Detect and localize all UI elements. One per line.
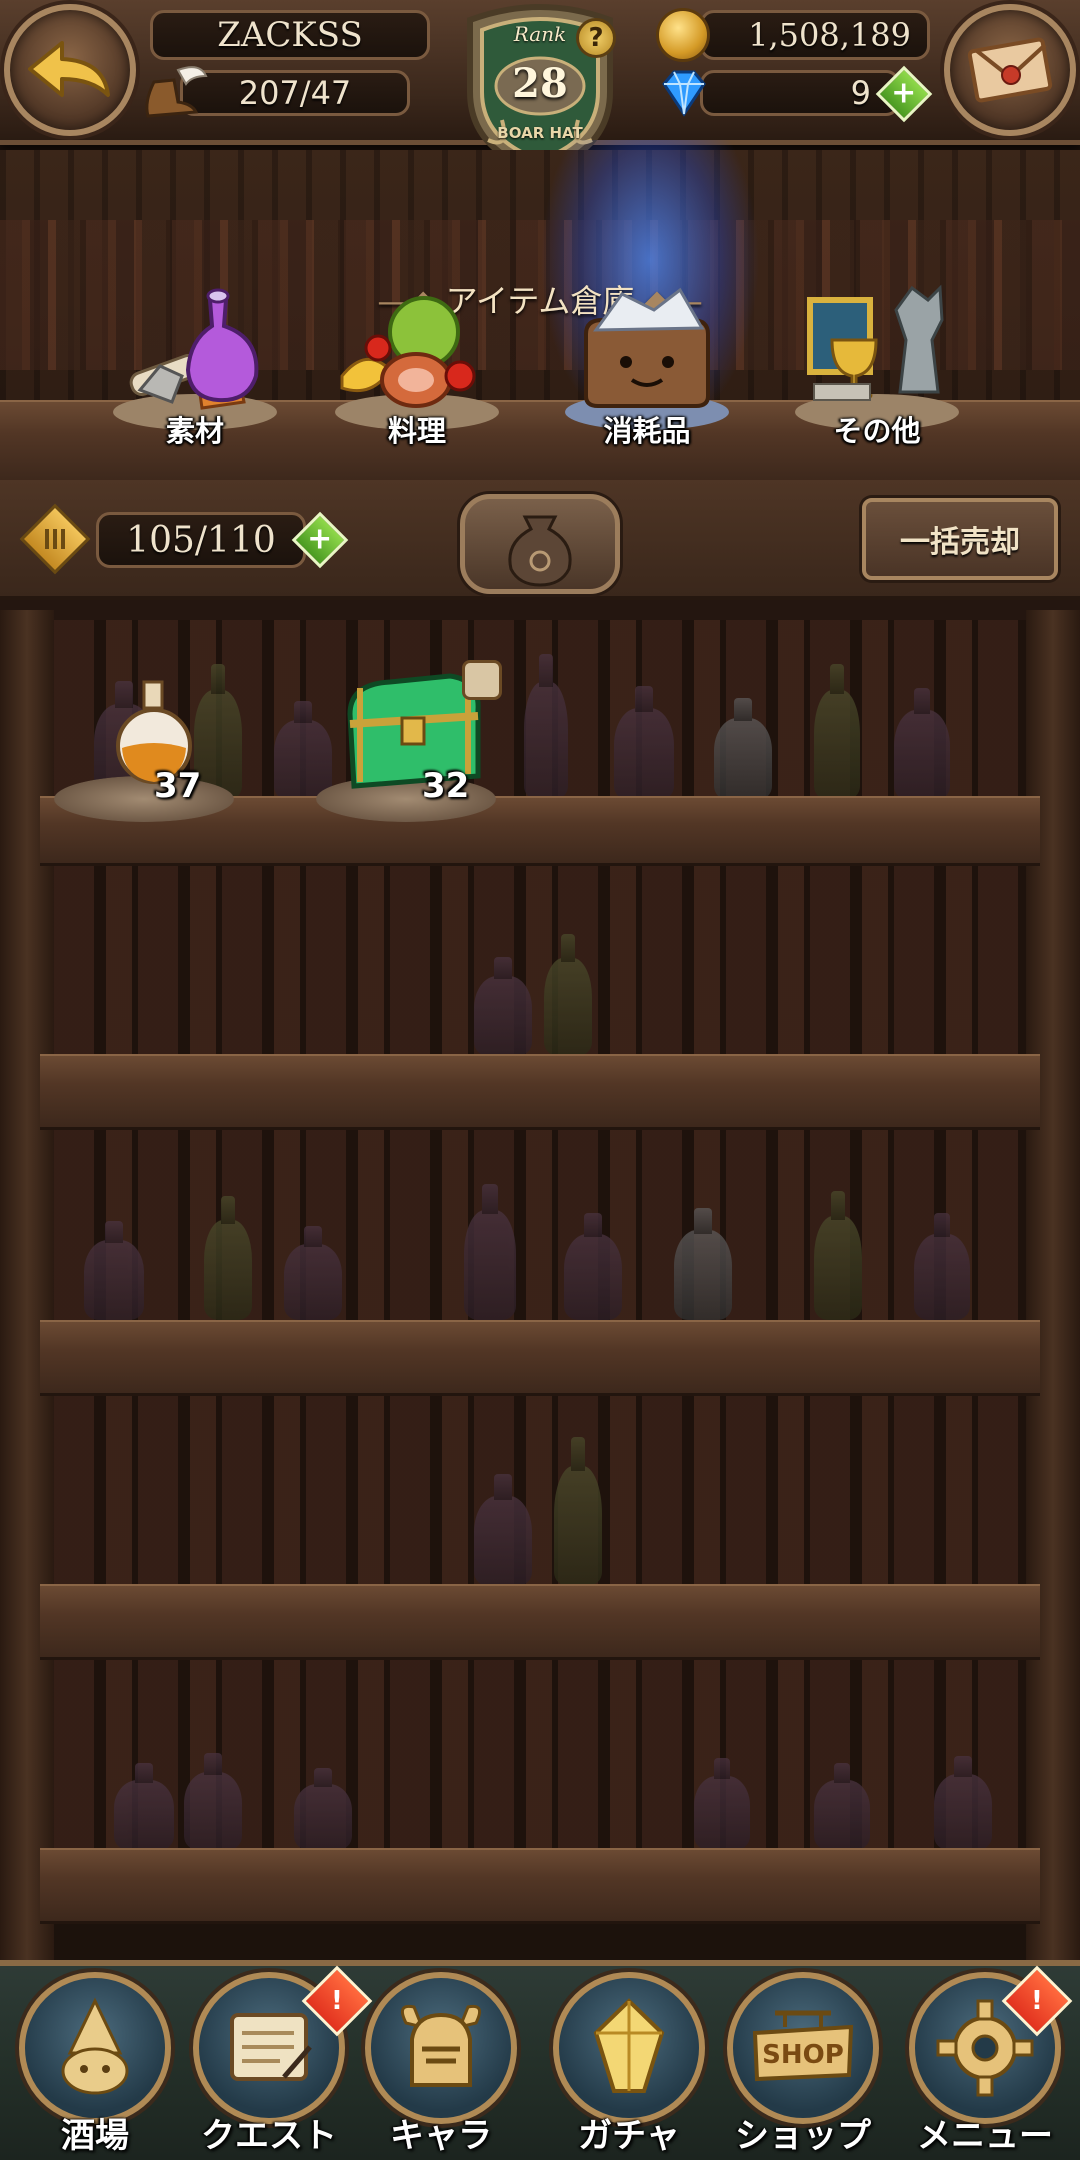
category-food[interactable]: 料理 <box>332 280 502 450</box>
back-arrow-icon <box>28 41 110 97</box>
shelf-plank-5 <box>40 1848 1040 1924</box>
shelf-back-row <box>54 1130 1026 1320</box>
character-helmet-icon <box>400 2004 482 2087</box>
rank-value: 28 <box>512 60 568 107</box>
nav-shop-circle: SHOP <box>727 1972 879 2124</box>
bulk-sell-button[interactable]: 一括売却 <box>862 498 1058 580</box>
capacity-counter: 105/110 <box>96 512 306 568</box>
coin-icon <box>656 8 710 62</box>
player-name: ZACKSS <box>150 10 430 60</box>
nav-quest-label: クエスト <box>201 2116 337 2156</box>
bulk-sell-label: 一括売却 <box>900 525 1020 560</box>
item-quantity: 32 <box>422 766 470 806</box>
nav-tavern-circle <box>19 1972 171 2124</box>
gem-counter: 9 <box>700 70 900 116</box>
shop-sign-text: SHOP <box>762 2040 844 2070</box>
help-icon-glyph: ? <box>588 23 604 53</box>
nav-tavern[interactable]: 酒場 <box>10 1960 180 2160</box>
mail-button[interactable] <box>944 4 1076 136</box>
nav-quest[interactable]: クエスト ! <box>184 1960 373 2160</box>
shelf-back-row <box>54 1396 1026 1586</box>
back-button[interactable] <box>4 4 136 136</box>
shelf-plank-2 <box>40 1054 1040 1130</box>
stamina-counter: 207/47 <box>180 70 410 116</box>
gacha-crystal-icon <box>593 1998 665 2093</box>
nav-gacha[interactable]: ガチャ <box>544 1960 714 2160</box>
nav-gacha-circle <box>553 1972 705 2124</box>
gem-icon <box>656 66 712 120</box>
sort-button[interactable] <box>460 494 620 594</box>
category-other[interactable]: その他 <box>792 280 962 450</box>
player-name-text: ZACKSS <box>217 15 363 55</box>
coin-counter: 1,508,189 <box>700 10 930 60</box>
money-bag-icon <box>508 515 572 587</box>
gem-amount: 9 <box>850 74 871 112</box>
capacity-text: 105/110 <box>126 519 276 561</box>
rank-help-icon[interactable]: ? <box>576 18 616 58</box>
quest-scroll-icon <box>230 2013 312 2081</box>
chest-lock-icon <box>462 660 502 700</box>
shelf-plank-4 <box>40 1584 1040 1660</box>
nav-shop-label: ショップ <box>735 2116 871 2156</box>
shelf-plank-3 <box>40 1320 1040 1396</box>
shop-sign-icon: SHOP <box>752 2010 854 2082</box>
rank-label: Rank <box>513 22 567 46</box>
nav-menu[interactable]: メニュー ! <box>900 1960 1073 2160</box>
item-quantity: 37 <box>154 766 202 806</box>
item-slot[interactable]: 37 <box>50 676 240 826</box>
nav-shop[interactable]: SHOP ショップ <box>718 1960 888 2160</box>
mail-envelope-icon <box>967 37 1053 103</box>
nav-character[interactable]: キャラ <box>356 1960 526 2160</box>
winged-boot-icon <box>140 62 210 122</box>
nav-gacha-label: ガチャ <box>578 2116 680 2156</box>
tavern-icon <box>61 1997 129 2095</box>
item-slot[interactable]: 32 <box>310 660 510 830</box>
nav-character-circle <box>365 1972 517 2124</box>
nav-character-label: キャラ <box>390 2116 492 2156</box>
nav-tavern-label: 酒場 <box>61 2116 129 2156</box>
stamina-text: 207/47 <box>238 74 352 112</box>
category-materials[interactable]: 素材 <box>110 280 280 450</box>
shelf-back-row <box>54 866 1026 1056</box>
nav-menu-label: メニュー <box>917 2116 1053 2156</box>
category-consumables[interactable]: 消耗品 <box>562 280 732 450</box>
coin-amount: 1,508,189 <box>748 16 911 54</box>
shelf-back-row <box>54 1660 1026 1850</box>
